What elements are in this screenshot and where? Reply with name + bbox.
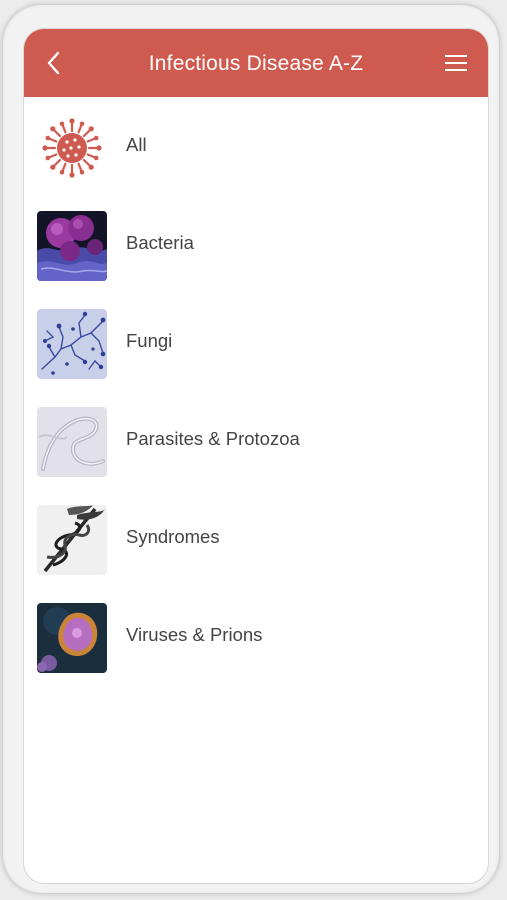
phone-frame: Infectious Disease A-Z All Bacteria Fung… — [3, 5, 499, 893]
bacteria-image — [37, 211, 107, 281]
category-item-parasites-protozoa[interactable]: Parasites & Protozoa — [24, 391, 488, 489]
category-item-syndromes[interactable]: Syndromes — [24, 489, 488, 587]
virus-micrograph-image — [37, 603, 107, 673]
caduceus-image — [37, 505, 107, 575]
category-label: Parasites & Protozoa — [126, 428, 300, 449]
virus-icon — [37, 113, 107, 183]
category-label: Fungi — [126, 330, 173, 351]
category-label: All — [126, 134, 147, 155]
hamburger-menu-icon — [445, 55, 467, 71]
category-label: Bacteria — [126, 232, 194, 253]
category-label: Syndromes — [126, 526, 220, 547]
category-item-viruses-prions[interactable]: Viruses & Prions — [24, 587, 488, 685]
category-item-bacteria[interactable]: Bacteria — [24, 195, 488, 293]
page-title: Infectious Disease A-Z — [148, 52, 364, 75]
parasites-image — [37, 407, 107, 477]
category-list: All Bacteria Fungi Parasites & Protozoa … — [24, 97, 488, 685]
chevron-left-icon — [47, 51, 60, 75]
menu-button[interactable] — [438, 45, 474, 81]
app-screen: Infectious Disease A-Z All Bacteria Fung… — [24, 29, 488, 883]
app-header: Infectious Disease A-Z — [24, 29, 488, 97]
category-item-all[interactable]: All — [24, 97, 488, 195]
fungi-image — [37, 309, 107, 379]
back-button[interactable] — [34, 43, 74, 83]
category-label: Viruses & Prions — [126, 624, 263, 645]
category-item-fungi[interactable]: Fungi — [24, 293, 488, 391]
